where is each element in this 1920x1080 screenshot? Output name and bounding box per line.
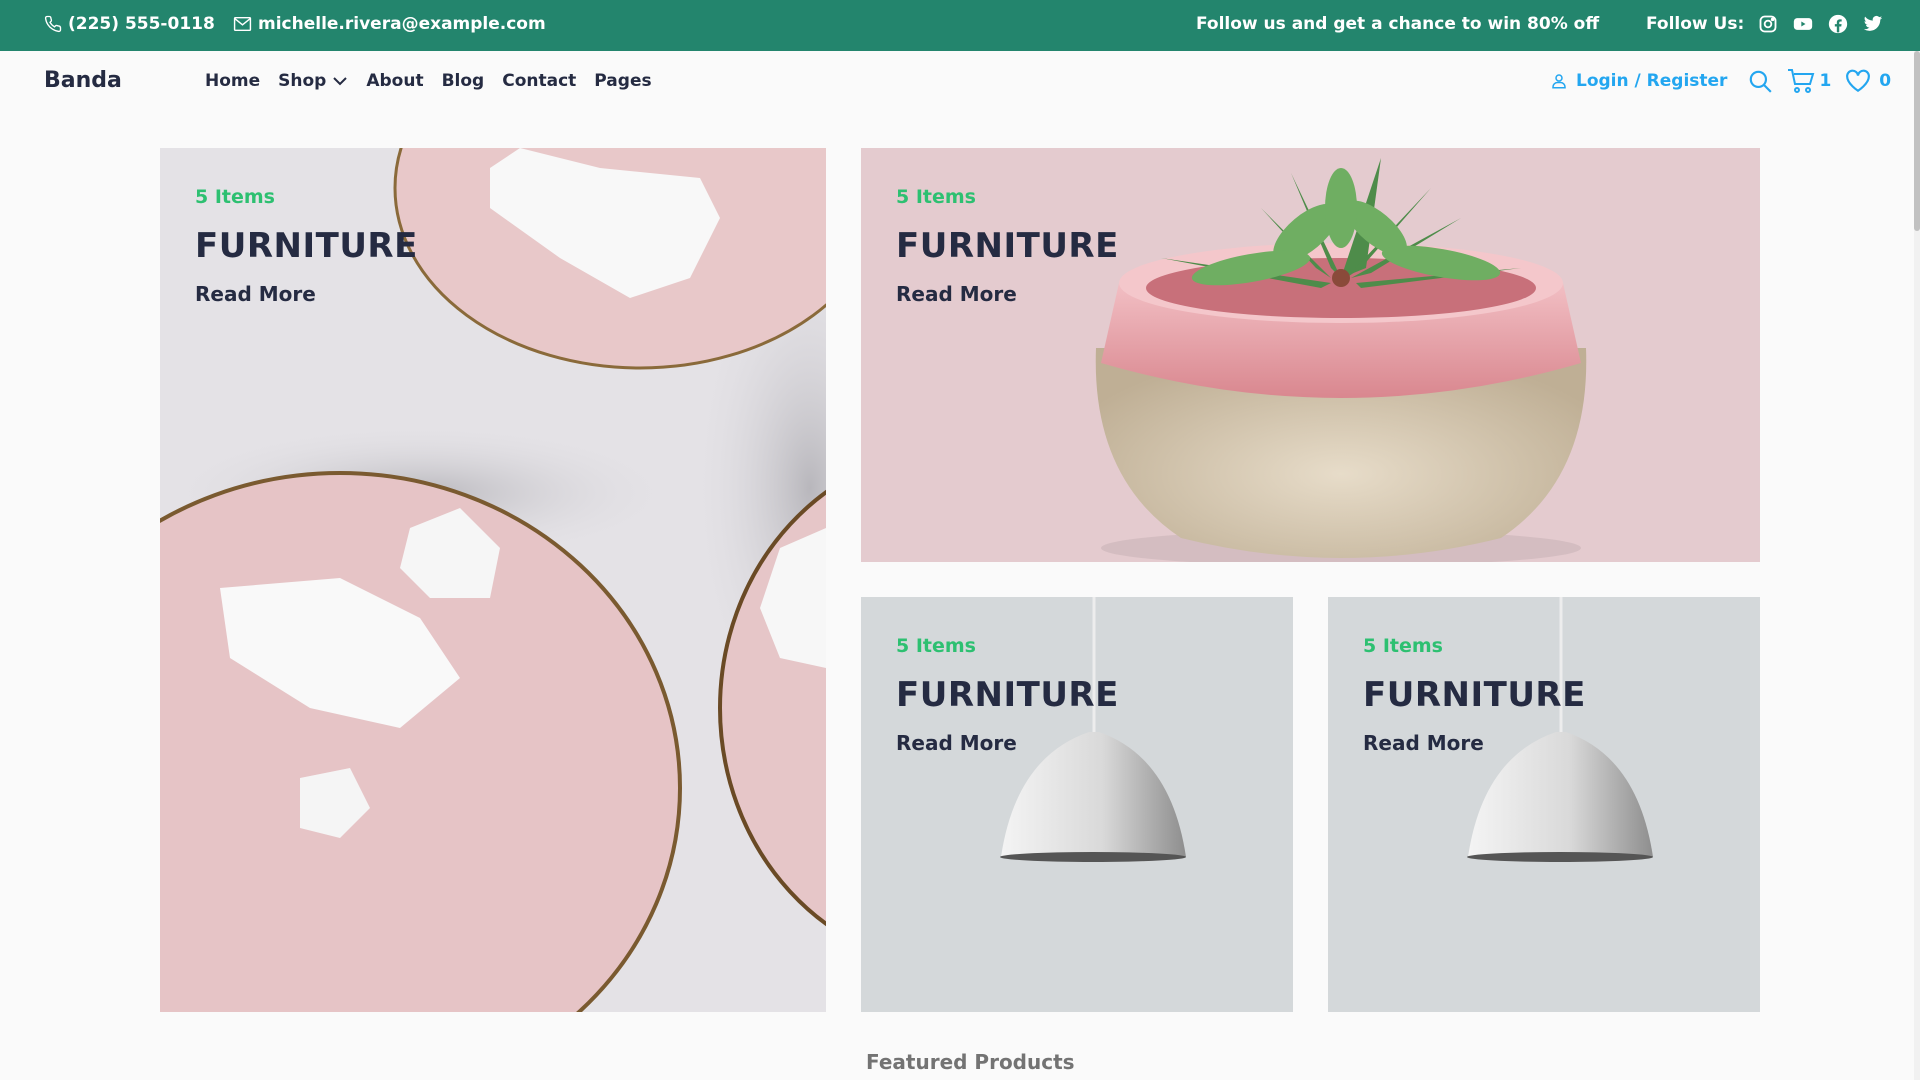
phone-number: (225) 555-0118 bbox=[68, 14, 215, 34]
nav-blog[interactable]: Blog bbox=[442, 71, 485, 91]
page-scrollbar[interactable] bbox=[1914, 51, 1920, 1080]
wishlist-button[interactable]: 0 bbox=[1845, 69, 1891, 93]
cart-count: 1 bbox=[1819, 71, 1832, 91]
main-nav: Banda Home Shop About Blog Contact Pages… bbox=[0, 51, 1920, 113]
card-content: 5 Items FURNITURE Read More bbox=[195, 186, 418, 306]
nav-pages[interactable]: Pages bbox=[594, 71, 651, 91]
card-content: 5 Items FURNITURE Read More bbox=[896, 635, 1119, 755]
twitter-icon[interactable] bbox=[1862, 14, 1884, 34]
scrollbar-thumb[interactable] bbox=[1914, 51, 1920, 231]
top-bar: (225) 555-0118 michelle.rivera@example.c… bbox=[0, 0, 1920, 51]
heart-icon bbox=[1846, 69, 1871, 93]
category-title: FURNITURE bbox=[195, 226, 418, 266]
login-label: Login / Register bbox=[1576, 71, 1728, 91]
card-content: 5 Items FURNITURE Read More bbox=[896, 186, 1119, 306]
user-icon bbox=[1552, 74, 1566, 89]
item-count: 5 Items bbox=[896, 635, 976, 657]
read-more-link[interactable]: Read More bbox=[896, 731, 1119, 755]
promo-text: Follow us and get a chance to win 80% of… bbox=[1196, 14, 1600, 34]
facebook-icon[interactable] bbox=[1828, 14, 1848, 34]
item-count: 5 Items bbox=[896, 186, 976, 208]
nav-shop[interactable]: Shop bbox=[278, 71, 348, 91]
item-count: 5 Items bbox=[195, 186, 275, 208]
nav-contact[interactable]: Contact bbox=[502, 71, 576, 91]
chevron-down-icon bbox=[333, 77, 348, 86]
card-content: 5 Items FURNITURE Read More bbox=[1363, 635, 1586, 755]
nav-home[interactable]: Home bbox=[205, 71, 260, 91]
category-title: FURNITURE bbox=[896, 675, 1119, 715]
email-address: michelle.rivera@example.com bbox=[258, 14, 546, 34]
follow-us: Follow Us: bbox=[1646, 14, 1884, 34]
youtube-icon[interactable] bbox=[1792, 14, 1814, 34]
search-icon[interactable] bbox=[1747, 68, 1773, 94]
category-card-lamp-2[interactable]: 5 Items FURNITURE Read More bbox=[1328, 597, 1760, 1012]
category-card-succulent[interactable]: 5 Items FURNITURE Read More bbox=[861, 148, 1760, 562]
category-card-lamp-1[interactable]: 5 Items FURNITURE Read More bbox=[861, 597, 1293, 1012]
user-actions: Login / Register 1 0 bbox=[1550, 68, 1891, 94]
category-title: FURNITURE bbox=[896, 226, 1119, 266]
nav-menu: Home Shop About Blog Contact Pages bbox=[205, 71, 652, 91]
cart-button[interactable]: 1 bbox=[1787, 68, 1831, 94]
category-card-plates[interactable]: 5 Items FURNITURE Read More bbox=[160, 148, 826, 1012]
follow-label: Follow Us: bbox=[1646, 14, 1745, 34]
nav-about[interactable]: About bbox=[366, 71, 423, 91]
read-more-link[interactable]: Read More bbox=[195, 282, 418, 306]
item-count: 5 Items bbox=[1363, 635, 1443, 657]
cart-icon bbox=[1788, 69, 1815, 93]
instagram-icon[interactable] bbox=[1758, 14, 1778, 34]
featured-products-heading: Featured Products bbox=[866, 1050, 1075, 1074]
phone-icon bbox=[44, 15, 62, 33]
email-contact[interactable]: michelle.rivera@example.com bbox=[233, 14, 546, 34]
login-register-link[interactable]: Login / Register bbox=[1550, 71, 1727, 91]
read-more-link[interactable]: Read More bbox=[896, 282, 1119, 306]
phone-contact[interactable]: (225) 555-0118 bbox=[44, 14, 215, 34]
nav-shop-label: Shop bbox=[278, 71, 327, 91]
category-title: FURNITURE bbox=[1363, 675, 1586, 715]
brand-logo[interactable]: Banda bbox=[44, 68, 122, 93]
mail-icon bbox=[233, 16, 252, 32]
wishlist-count: 0 bbox=[1879, 71, 1892, 91]
read-more-link[interactable]: Read More bbox=[1363, 731, 1586, 755]
